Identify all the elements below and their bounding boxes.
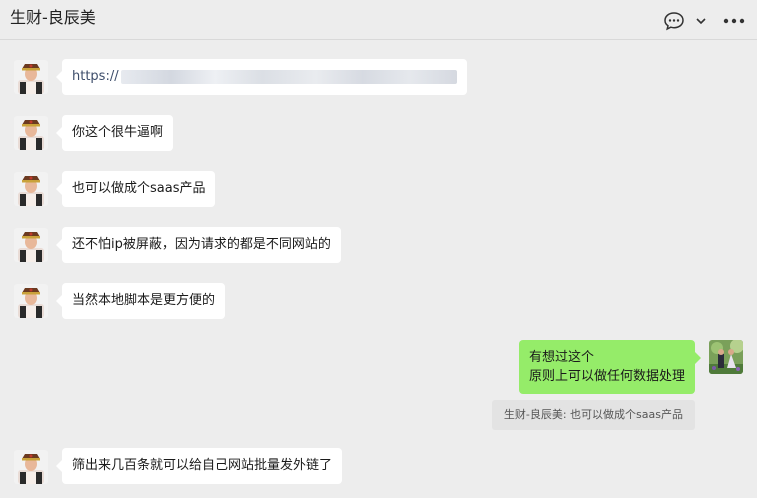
message-bubble[interactable]: https:// [56,59,467,95]
quoted-text: 生财-良辰美: 也可以做成个saas产品 [503,408,683,421]
blurred-link[interactable] [120,69,457,84]
message-text-line: 原则上可以做任何数据处理 [528,369,685,384]
header-actions [663,10,745,32]
sender-avatar[interactable] [14,450,48,484]
sender-avatar-image [14,116,48,150]
chat-header: 生财-良辰美 [0,0,757,40]
sender-avatar[interactable] [14,60,48,94]
message-bubble[interactable]: 筛出来几百条就可以给自己网站批量发外链了 [55,448,343,484]
message-text-line: 有想过这个 [528,350,594,365]
message-text: 筛出来几百条就可以给自己网站批量发外链了 [72,458,333,473]
sender-avatar-image [14,450,48,484]
chevron-down-icon[interactable] [695,15,707,27]
message-bubble[interactable]: 你这个很牛逼啊 [55,115,174,151]
quoted-message[interactable]: 生财-良辰美: 也可以做成个saas产品 [491,400,695,430]
message-bubble-self[interactable]: 有想过这个 原则上可以做任何数据处理 [518,340,702,394]
self-avatar[interactable] [709,340,743,374]
message-bubble[interactable]: 当然本地脚本是更方便的 [55,283,226,319]
sender-avatar[interactable] [14,228,48,262]
chat-title: 生财-良辰美 [10,8,96,27]
more-icon[interactable] [723,18,745,24]
self-avatar-image [709,340,743,374]
message-text: 你这个很牛逼啊 [72,125,164,140]
message-text: 也可以做成个saas产品 [72,181,206,196]
sender-avatar-image [14,284,48,318]
message-bubble[interactable]: 也可以做成个saas产品 [55,171,216,207]
sender-avatar[interactable] [14,116,48,150]
sender-avatar-image [14,228,48,262]
message-bubble[interactable]: 还不怕ip被屏蔽，因为请求的都是不同网站的 [56,227,341,263]
message-link-prefix[interactable]: https:// [72,69,119,84]
chat-icon[interactable] [663,10,685,32]
message-text: 当然本地脚本是更方便的 [72,293,216,308]
sender-avatar[interactable] [14,284,48,318]
sender-avatar[interactable] [14,172,48,206]
message-text: 还不怕ip被屏蔽，因为请求的都是不同网站的 [72,237,331,252]
sender-avatar-image [14,172,48,206]
sender-avatar-image [14,60,48,94]
